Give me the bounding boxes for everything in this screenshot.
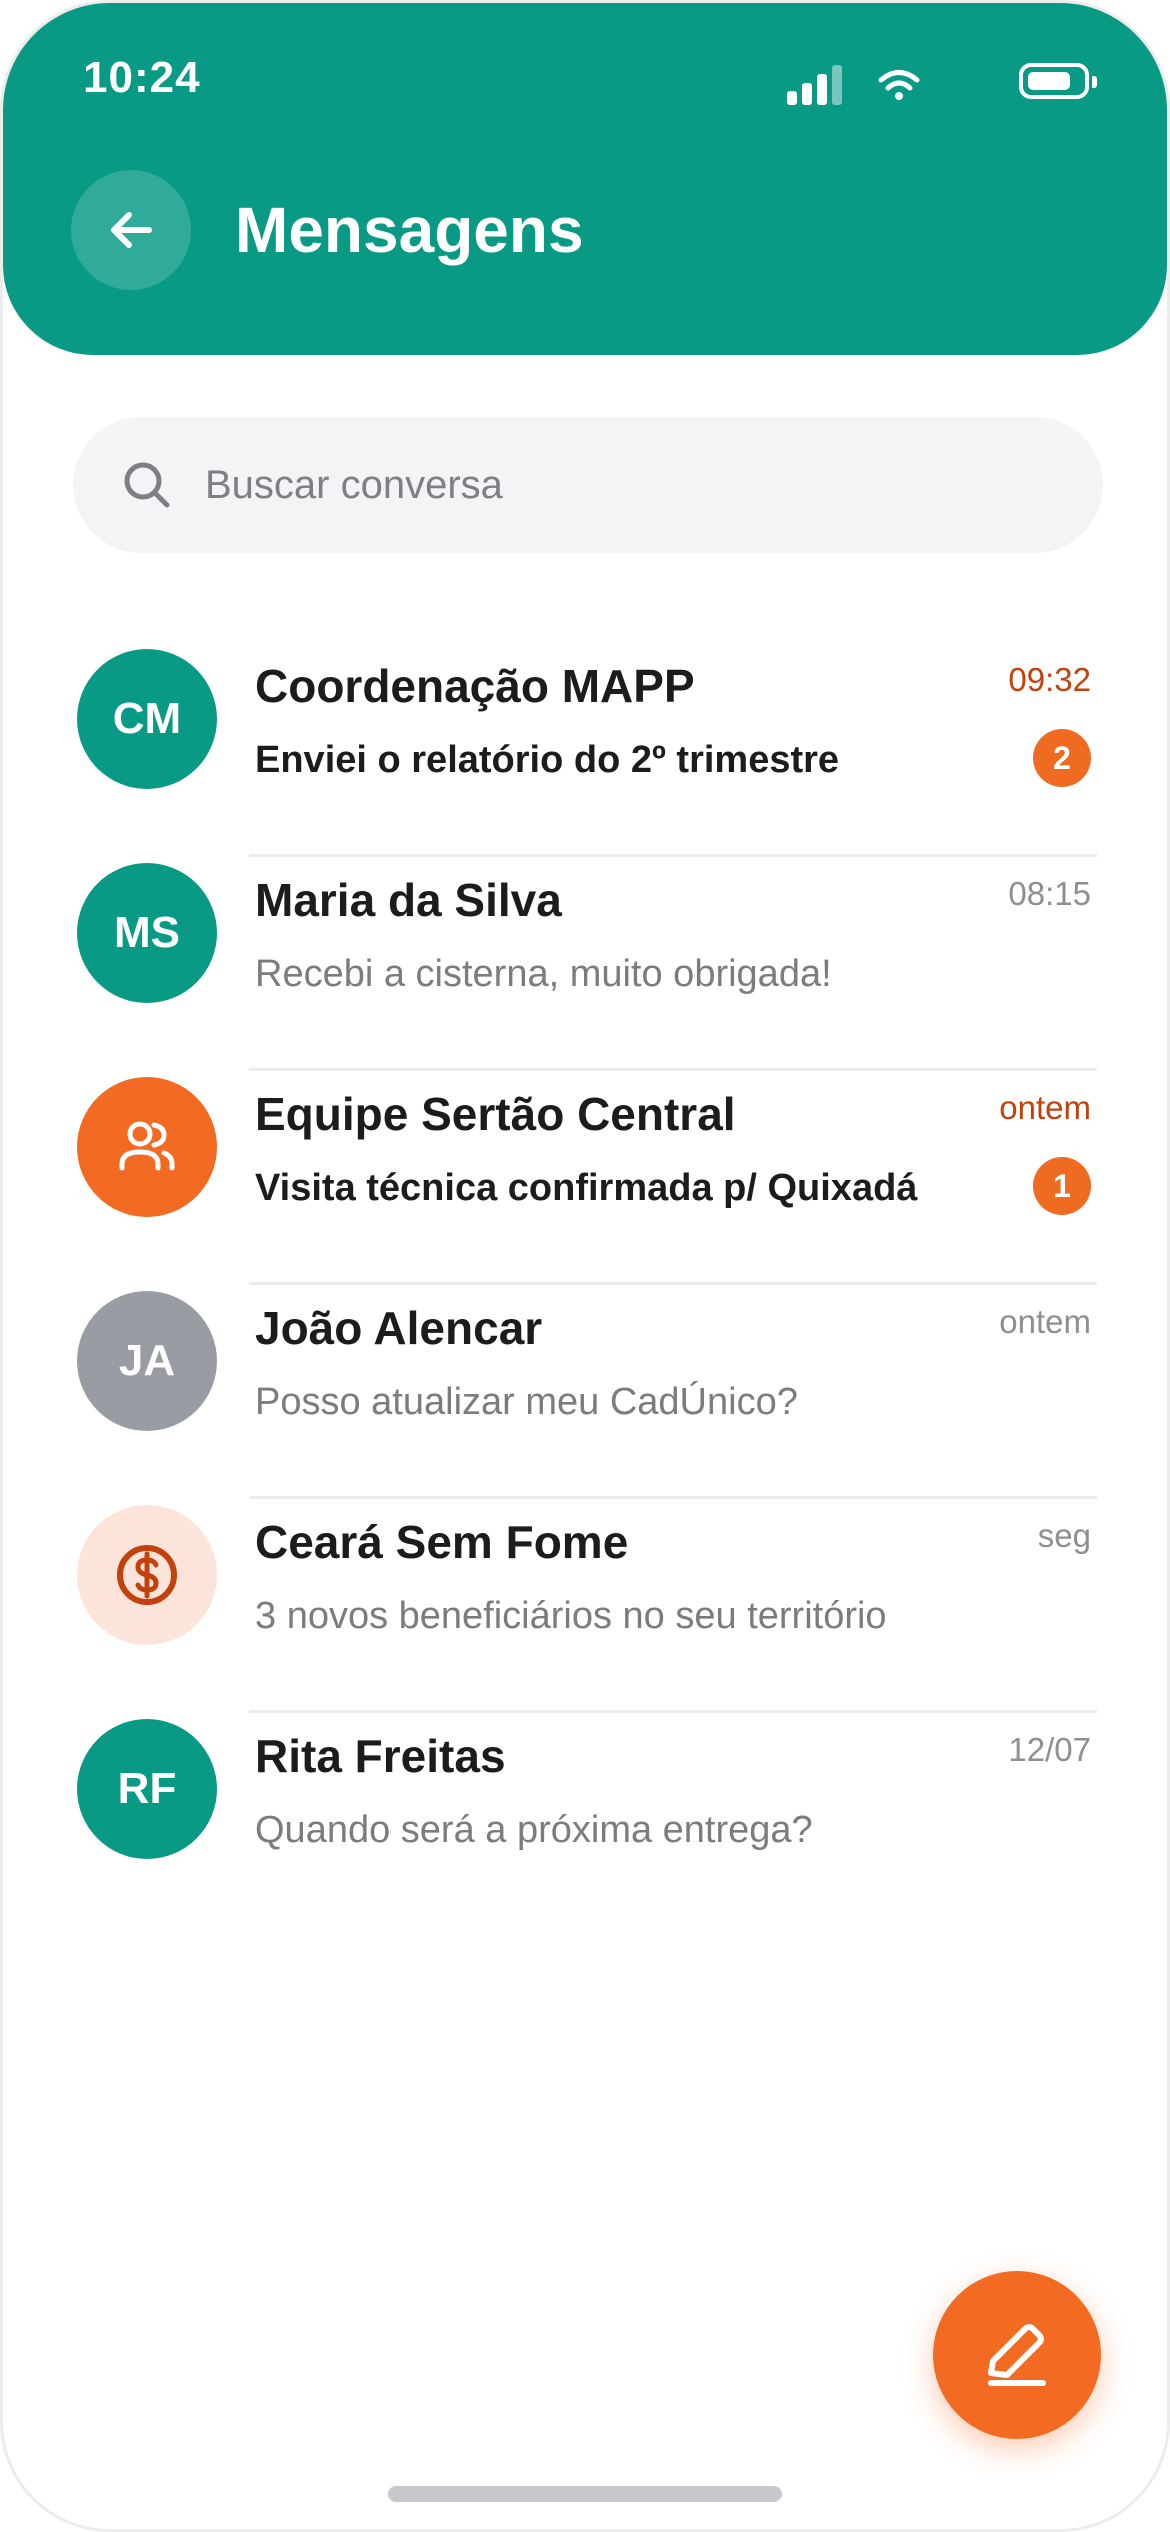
message-time: 12/07 <box>1008 1731 1091 1768</box>
phone-screen: 10:24 Mensagens Buscar conversa CM Coord… <box>0 0 1170 2532</box>
contact-name: Equipe Sertão Central <box>255 1088 736 1140</box>
dollar-icon <box>117 1545 177 1605</box>
conversation-list: CM Coordenação MAPP Enviei o relatório d… <box>3 643 1167 1927</box>
back-button[interactable] <box>71 170 191 290</box>
home-indicator <box>388 2486 782 2502</box>
contact-name: Ceará Sem Fome <box>255 1516 629 1568</box>
contact-name: Rita Freitas <box>255 1730 506 1782</box>
avatar: CM <box>77 649 217 789</box>
message-preview: Posso atualizar meu CadÚnico? <box>255 1381 798 1423</box>
message-preview: Recebi a cisterna, muito obrigada! <box>255 953 832 995</box>
message-time: 09:32 <box>1008 661 1091 698</box>
unread-badge: 2 <box>1033 729 1091 787</box>
conversation-row[interactable]: CM Coordenação MAPP Enviei o relatório d… <box>3 643 1167 857</box>
conversation-row[interactable]: JA João Alencar Posso atualizar meu CadÚ… <box>3 1285 1167 1499</box>
signal-icon <box>787 65 843 105</box>
wifi-icon <box>878 70 920 100</box>
message-time: ontem <box>999 1303 1091 1340</box>
new-message-button[interactable] <box>933 2271 1101 2439</box>
group-icon <box>119 1121 175 1171</box>
conversation-row[interactable]: Equipe Sertão Central Visita técnica con… <box>3 1071 1167 1285</box>
message-time: 08:15 <box>1008 875 1091 912</box>
battery-icon <box>1019 63 1097 99</box>
pencil-icon <box>988 2324 1046 2386</box>
page-title: Mensagens <box>235 194 584 266</box>
arrow-left-icon <box>111 212 152 248</box>
search-input[interactable] <box>203 461 1007 509</box>
app-header: 10:24 Mensagens <box>3 3 1167 355</box>
contact-name: João Alencar <box>255 1302 543 1354</box>
conversation-row[interactable]: Ceará Sem Fome 3 novos beneficiários no … <box>3 1499 1167 1713</box>
contact-name: Maria da Silva <box>255 874 562 926</box>
contact-name: Coordenação MAPP <box>255 660 695 712</box>
message-time: seg <box>1037 1517 1091 1554</box>
avatar: RF <box>77 1719 217 1859</box>
unread-badge: 1 <box>1033 1157 1091 1215</box>
search-bar[interactable] <box>73 417 1103 553</box>
message-preview: Quando será a próxima entrega? <box>255 1809 813 1851</box>
conversation-row[interactable]: MS Maria da Silva Recebi a cisterna, mui… <box>3 857 1167 1071</box>
conversation-row[interactable]: RF Rita Freitas Quando será a próxima en… <box>3 1713 1167 1927</box>
message-preview: 3 novos beneficiários no seu território <box>255 1595 887 1637</box>
message-preview: Visita técnica confirmada p/ Quixadá <box>255 1167 918 1209</box>
search-icon <box>124 462 170 508</box>
message-time: ontem <box>999 1089 1091 1126</box>
status-time: 10:24 <box>83 53 201 102</box>
avatar <box>77 1077 217 1217</box>
message-preview: Enviei o relatório do 2º trimestre <box>255 739 840 781</box>
avatar <box>77 1505 217 1645</box>
avatar: JA <box>77 1291 217 1431</box>
avatar: MS <box>77 863 217 1003</box>
